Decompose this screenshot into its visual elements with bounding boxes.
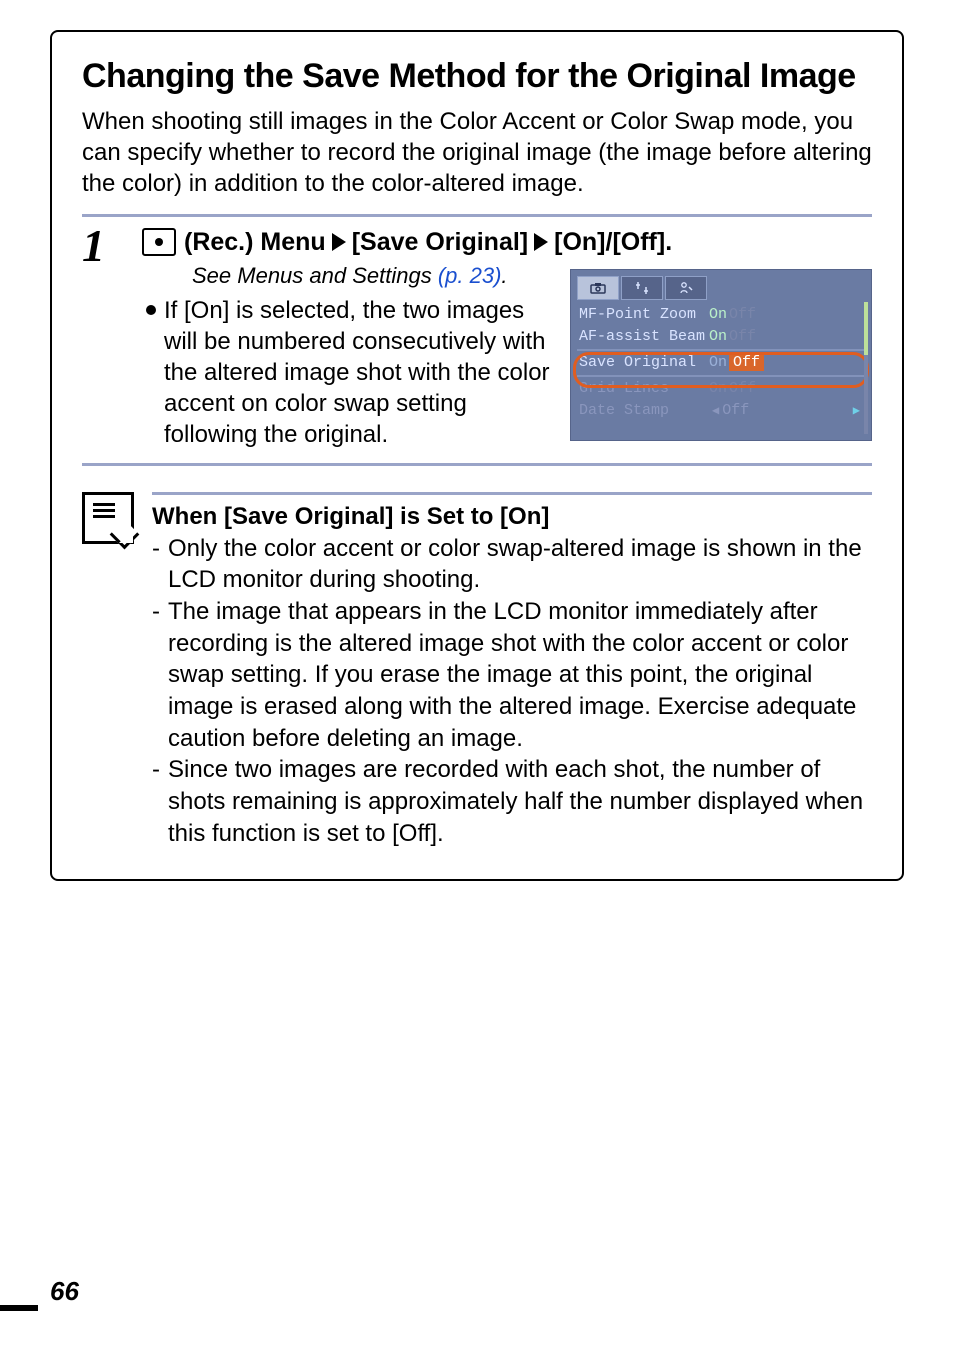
lcd-row-save-original: Save Original On Off <box>571 352 871 374</box>
note-item: - The image that appears in the LCD moni… <box>152 596 872 754</box>
lcd-label: Date Stamp <box>579 402 709 419</box>
note-text: Only the color accent or color swap-alte… <box>168 533 872 596</box>
person-wrench-icon <box>679 281 693 295</box>
dash-bullet: - <box>152 533 160 596</box>
lcd-value-off-selected: Off <box>729 354 764 371</box>
lcd-tab-camera <box>577 276 619 300</box>
step-block: 1 (Rec.) Menu [Save Original] [On]/[Off]… <box>82 214 872 466</box>
note-block: When [Save Original] is Set to [On] - On… <box>82 492 872 850</box>
step-row: 1 (Rec.) Menu [Save Original] [On]/[Off]… <box>82 227 872 451</box>
note-text: The image that appears in the LCD monito… <box>168 596 872 754</box>
lcd-tab-tools <box>621 276 663 300</box>
see-suffix: . <box>501 263 507 288</box>
camera-icon <box>590 282 606 294</box>
page-number: 66 <box>50 1276 79 1307</box>
bullet-item: If [On] is selected, the two images will… <box>146 295 552 451</box>
page-ref-link[interactable]: (p. 23) <box>438 263 502 288</box>
lcd-row-grid-lines: Grid Lines On Off <box>571 378 871 400</box>
lcd-preview: MF-Point Zoom On Off AF-assist Beam On O… <box>570 269 872 441</box>
lcd-row-date-stamp: Date Stamp ◀ Off ▶ <box>571 400 871 422</box>
see-prefix: See Menus and Settings <box>192 263 438 288</box>
step-columns: See Menus and Settings (p. 23). If [On] … <box>142 263 872 451</box>
bullet-dot-icon <box>146 305 156 315</box>
lcd-tab-setup <box>665 276 707 300</box>
lcd-value-on: On <box>709 354 727 371</box>
lcd-value-off: Off <box>729 380 756 397</box>
lcd-value-off: Off <box>729 328 756 345</box>
lcd-label: AF-assist Beam <box>579 328 709 345</box>
lcd-row-af-assist: AF-assist Beam On Off <box>571 326 871 348</box>
tools-icon <box>635 281 649 295</box>
lcd-row-mf-zoom: MF-Point Zoom On Off <box>571 304 871 326</box>
memo-icon <box>82 492 134 544</box>
lcd-value: Off <box>722 402 749 419</box>
left-arrow-icon: ◀ <box>712 403 719 418</box>
step-number: 1 <box>82 223 142 269</box>
lcd-tabs <box>571 270 871 300</box>
dash-bullet: - <box>152 754 160 849</box>
lcd-divider <box>577 349 865 351</box>
step-body: (Rec.) Menu [Save Original] [On]/[Off]. … <box>142 227 872 451</box>
lcd-label: Save Original <box>579 354 709 371</box>
lcd-scrollbar <box>864 302 868 434</box>
note-item: - Since two images are recorded with eac… <box>152 754 872 849</box>
lcd-value-on: On <box>709 306 727 323</box>
arrow-icon <box>534 233 548 251</box>
lcd-label: MF-Point Zoom <box>579 306 709 323</box>
note-item: - Only the color accent or color swap-al… <box>152 533 872 596</box>
heading-part-1: (Rec.) Menu <box>184 227 326 257</box>
lcd-divider <box>577 375 865 377</box>
lcd-label: Grid Lines <box>579 380 709 397</box>
camera-rec-icon <box>142 228 176 256</box>
intro-paragraph: When shooting still images in the Color … <box>82 106 872 200</box>
right-arrow-icon: ▶ <box>853 403 860 418</box>
lcd-value-off: Off <box>729 306 756 323</box>
dash-bullet: - <box>152 596 160 754</box>
note-text: Since two images are recorded with each … <box>168 754 872 849</box>
step-heading: (Rec.) Menu [Save Original] [On]/[Off]. <box>142 227 872 257</box>
lcd-value-on: On <box>709 380 727 397</box>
note-list: - Only the color accent or color swap-al… <box>152 533 872 850</box>
bullet-text: If [On] is selected, the two images will… <box>164 295 552 451</box>
see-reference: See Menus and Settings (p. 23). <box>192 263 552 289</box>
heading-part-3: [On]/[Off]. <box>554 227 672 257</box>
arrow-icon <box>332 233 346 251</box>
note-title: When [Save Original] is Set to [On] <box>152 503 872 531</box>
heading-part-2: [Save Original] <box>352 227 528 257</box>
lcd-rows: MF-Point Zoom On Off AF-assist Beam On O… <box>571 304 871 422</box>
content-box: Changing the Save Method for the Origina… <box>50 30 904 881</box>
note-body: When [Save Original] is Set to [On] - On… <box>152 492 872 850</box>
step-text-col: See Menus and Settings (p. 23). If [On] … <box>142 263 552 451</box>
lcd-value-on: On <box>709 328 727 345</box>
manual-page: Changing the Save Method for the Origina… <box>0 0 954 1345</box>
section-title: Changing the Save Method for the Origina… <box>82 57 872 96</box>
page-edge-tab <box>0 1305 38 1311</box>
